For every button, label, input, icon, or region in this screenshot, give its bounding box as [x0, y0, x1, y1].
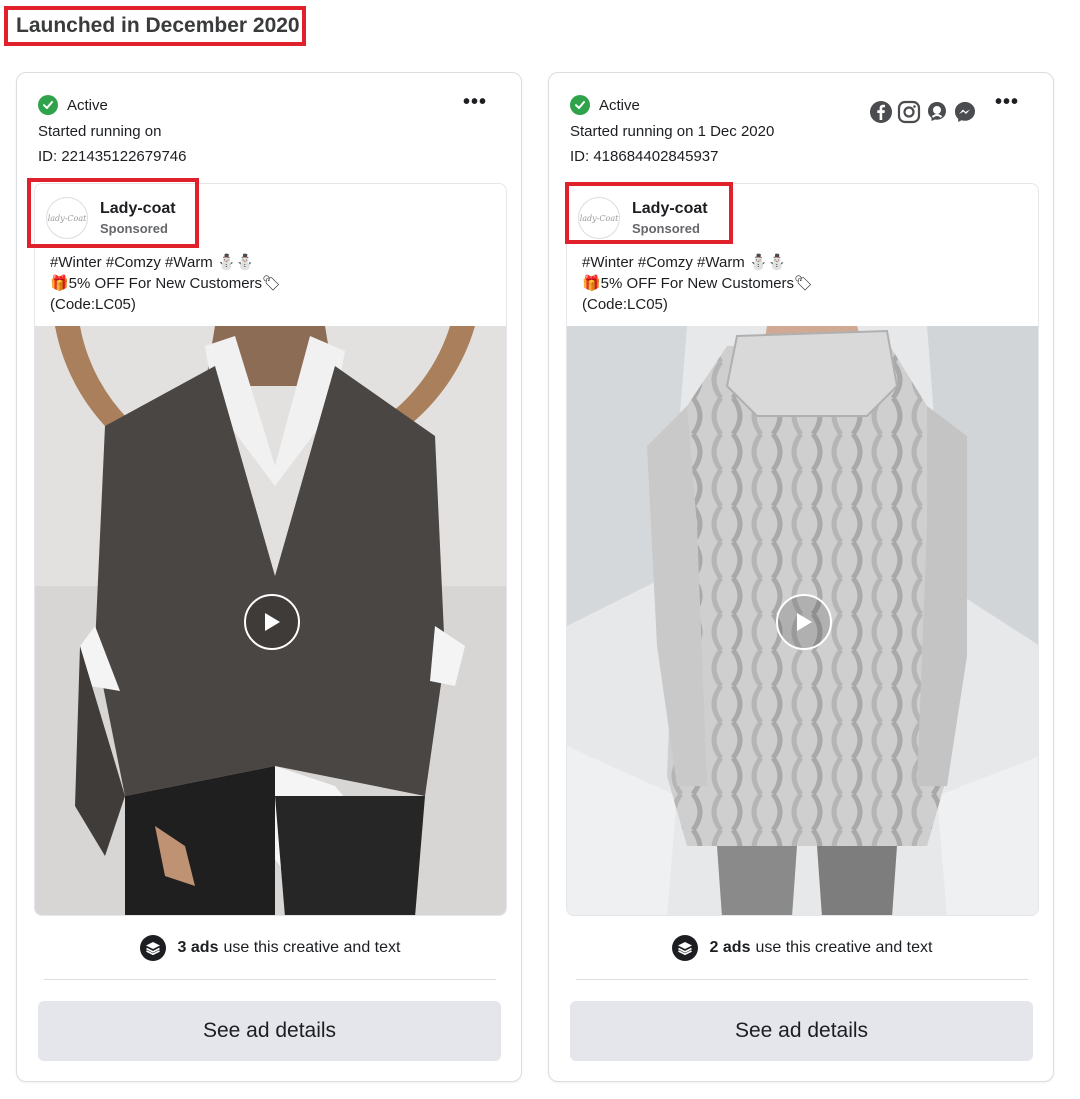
active-check-icon: [570, 95, 590, 115]
ad-preview: lady-Coat Lady-coat Sponsored #Winter #C…: [34, 183, 507, 916]
active-check-icon: [38, 95, 58, 115]
brand-highlight-box: [27, 178, 199, 248]
ads-count-text: use this creative and text: [223, 939, 401, 956]
ad-id: ID: 418684402845937: [570, 148, 719, 165]
play-button[interactable]: [243, 593, 300, 650]
ad-body-text: #Winter #Comzy #Warm ⛄⛄ 🎁5% OFF For New …: [50, 254, 282, 313]
facebook-icon: [870, 101, 892, 123]
layers-icon: [671, 935, 698, 961]
started-running: Started running on: [38, 123, 162, 140]
divider: [44, 979, 496, 980]
status-label: Active: [67, 96, 108, 114]
layers-icon: [139, 935, 166, 961]
platform-icons: [869, 100, 977, 124]
creative-count: 3 ads use this creative and text: [17, 935, 523, 961]
ads-count[interactable]: 2 ads: [710, 939, 751, 957]
divider: [576, 979, 1028, 980]
brand-highlight-box: [565, 182, 733, 244]
started-running: Started running on 1 Dec 2020: [570, 123, 775, 140]
ad-preview: lady-Coat Lady-coat Sponsored #Winter #C…: [566, 183, 1039, 916]
ad-body-text: #Winter #Comzy #Warm ⛄⛄ 🎁5% OFF For New …: [582, 254, 814, 313]
status-row: Active: [570, 95, 640, 115]
play-icon: [796, 612, 812, 631]
ad-video[interactable]: [35, 326, 506, 915]
see-ad-details-button[interactable]: See ad details: [570, 1001, 1033, 1061]
ad-video[interactable]: [567, 326, 1038, 915]
status-label: Active: [599, 96, 640, 114]
instagram-icon: [897, 100, 921, 124]
creative-count: 2 ads use this creative and text: [549, 935, 1055, 961]
play-button[interactable]: [775, 593, 832, 650]
play-icon: [264, 612, 280, 631]
messenger-icon: [955, 102, 975, 122]
audience-network-icon: [928, 102, 946, 121]
status-row: Active: [38, 95, 108, 115]
more-options-button[interactable]: •••: [463, 92, 487, 112]
ads-count-text: use this creative and text: [755, 939, 933, 956]
ads-count[interactable]: 3 ads: [178, 939, 219, 957]
ad-id: ID: 221435122679746: [38, 148, 187, 165]
see-ad-details-button[interactable]: See ad details: [38, 1001, 501, 1061]
section-title: Launched in December 2020: [4, 6, 306, 46]
more-options-button[interactable]: •••: [995, 92, 1019, 112]
